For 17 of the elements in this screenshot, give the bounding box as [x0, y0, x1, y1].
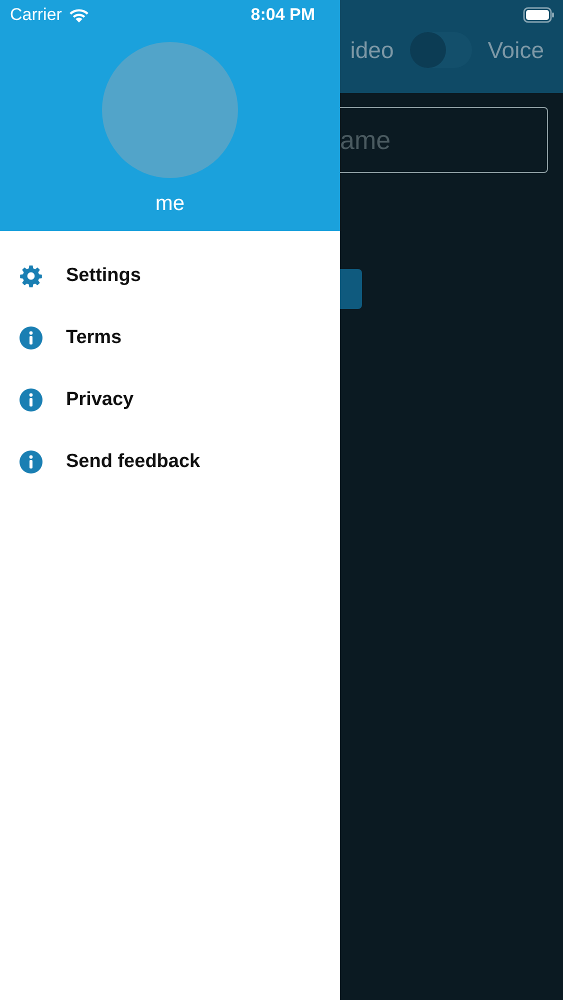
- mode-label: ideo: [350, 36, 394, 64]
- menu-item[interactable]: Privacy: [0, 369, 340, 431]
- clock: 8:04 PM: [250, 5, 315, 25]
- mode-label: Voice: [488, 36, 544, 64]
- carrier-label: Carrier: [10, 5, 62, 25]
- info-icon: [19, 326, 43, 350]
- user-name: me: [155, 192, 185, 216]
- name-field[interactable]: ame: [340, 107, 548, 173]
- menu-item[interactable]: Terms: [0, 307, 340, 369]
- info-icon: [19, 450, 43, 474]
- wifi-icon: [68, 7, 90, 23]
- info-icon: [19, 388, 43, 412]
- settings-icon: [19, 264, 43, 288]
- menu-item[interactable]: Send feedback: [0, 431, 340, 493]
- menu-item[interactable]: Settings: [0, 245, 340, 307]
- mode-switch[interactable]: [410, 32, 472, 68]
- battery-icon: [523, 7, 555, 23]
